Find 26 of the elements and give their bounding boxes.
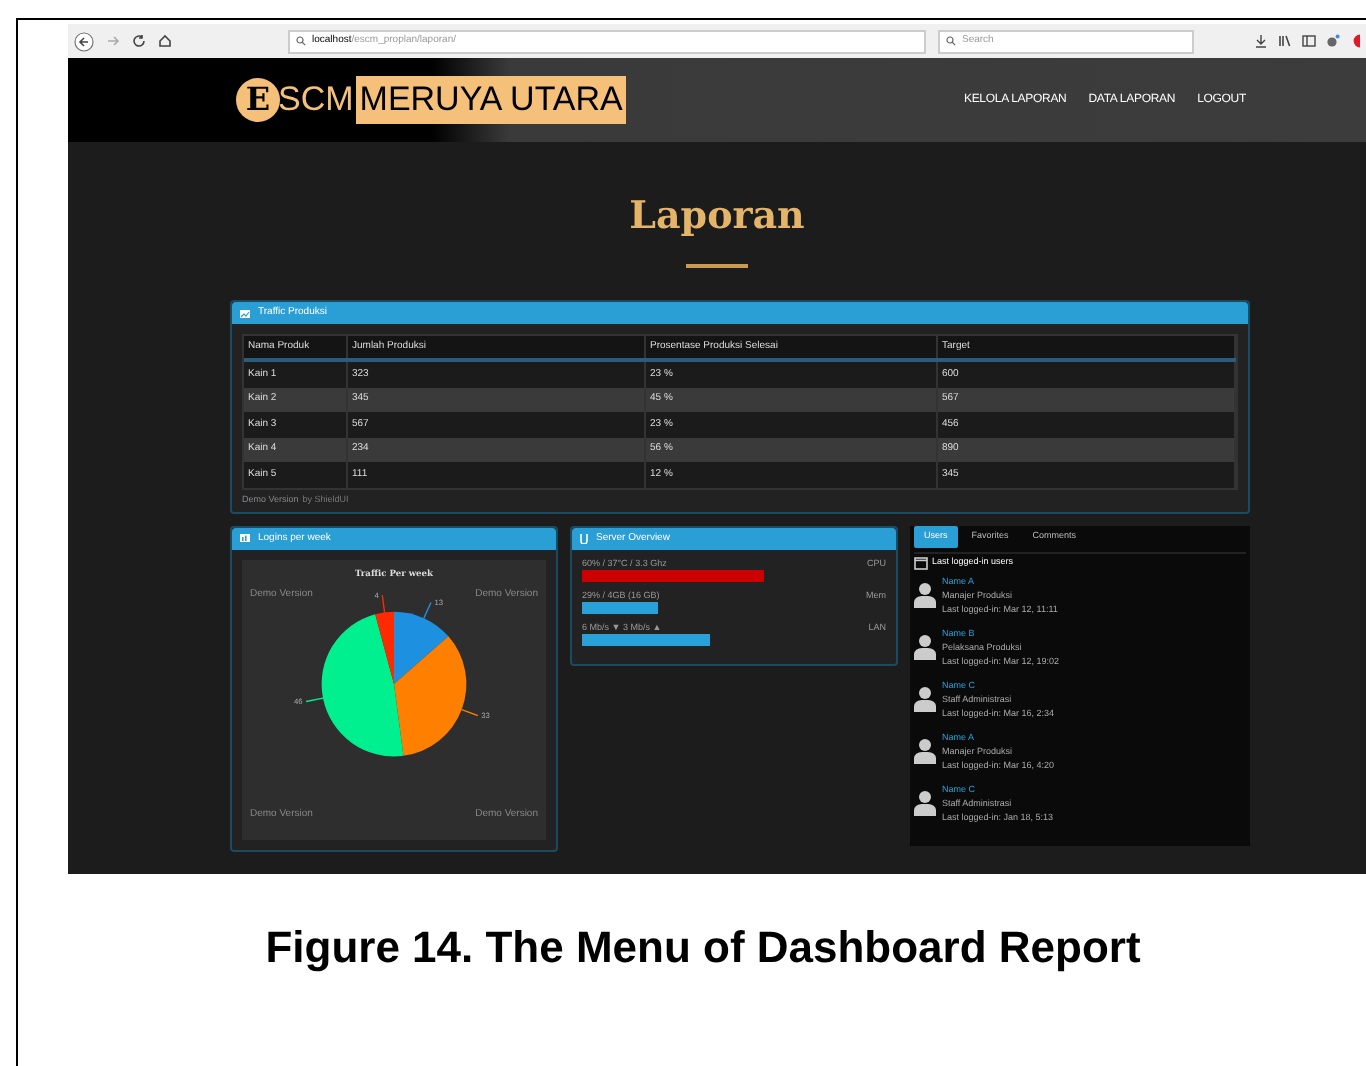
- chart-icon: [240, 534, 250, 542]
- download-icon[interactable]: [1254, 34, 1268, 48]
- user-avatar-icon: [914, 581, 936, 607]
- title-underline: [686, 264, 748, 268]
- sidebar-icon[interactable]: [1302, 34, 1316, 48]
- back-icon[interactable]: [74, 31, 94, 51]
- home-icon[interactable]: [158, 34, 172, 48]
- user-avatar-icon: [914, 789, 936, 815]
- extension-icon[interactable]: [1326, 34, 1340, 48]
- leader-line: [423, 600, 432, 618]
- leader-line: [381, 593, 386, 612]
- user-avatar-icon: [914, 737, 936, 763]
- user-avatar-icon: [914, 633, 936, 659]
- leader-line: [305, 696, 324, 702]
- search-icon: [946, 36, 956, 46]
- user-avatar-icon: [914, 685, 936, 711]
- library-icon[interactable]: [1278, 34, 1292, 48]
- logo-letter: E: [236, 78, 280, 122]
- figure-caption: Figure 14. The Menu of Dashboard Report: [265, 920, 1141, 976]
- logo-name: MERUYA UTARA: [355, 76, 627, 124]
- chart-icon: [240, 309, 250, 317]
- reload-icon[interactable]: [132, 34, 146, 48]
- calendar-icon: [914, 555, 928, 569]
- leader-line: [461, 707, 479, 716]
- search-icon: [296, 36, 306, 46]
- page-title: Laporan: [629, 198, 805, 236]
